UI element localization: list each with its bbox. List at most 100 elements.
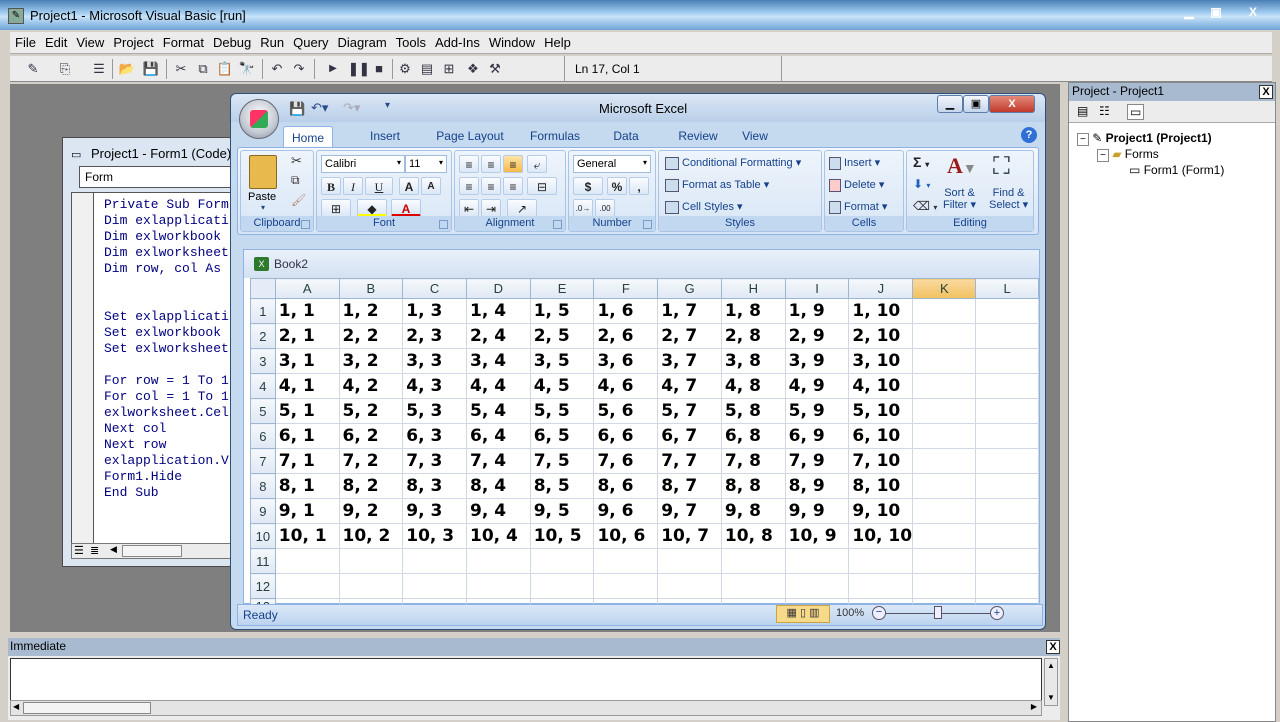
tree-node-form1[interactable]: ▭ Form1 (Form1): [1129, 163, 1224, 177]
cell[interactable]: 10, 6: [593, 523, 659, 549]
tab-page-layout[interactable]: Page Layout: [431, 125, 509, 147]
cell[interactable]: 6, 6: [593, 423, 659, 449]
cell[interactable]: 5, 3: [402, 398, 467, 424]
cell[interactable]: 9, 9: [784, 498, 850, 524]
cell[interactable]: 10, 3: [402, 523, 467, 549]
increase-indent-icon[interactable]: ⇥: [481, 199, 501, 217]
cell[interactable]: 5, 8: [720, 398, 786, 424]
cell[interactable]: 1, 4: [465, 298, 531, 324]
column-header[interactable]: C: [402, 278, 467, 299]
redo-icon[interactable]: ↷▾: [343, 100, 360, 116]
column-header[interactable]: F: [593, 278, 659, 299]
cell[interactable]: 8, 7: [657, 473, 722, 499]
cell[interactable]: 9, 1: [274, 498, 340, 524]
procedure-view-icon[interactable]: ☰: [74, 544, 84, 557]
view-code-icon[interactable]: ▤: [1077, 104, 1088, 118]
customize-qat-icon[interactable]: ▾: [385, 100, 390, 111]
add-project-icon[interactable]: ✎: [24, 60, 42, 78]
cell[interactable]: 9, 10: [848, 498, 914, 524]
column-header[interactable]: E: [529, 278, 595, 299]
cell[interactable]: [975, 473, 1039, 499]
row-header[interactable]: 9: [250, 498, 276, 524]
menu-format[interactable]: Format: [158, 32, 208, 50]
menu-edit[interactable]: Edit: [40, 32, 71, 50]
cell[interactable]: 6, 8: [720, 423, 786, 449]
cell[interactable]: 2, 3: [402, 323, 467, 349]
cell[interactable]: [975, 523, 1039, 549]
cell[interactable]: 7, 1: [274, 448, 340, 474]
cell[interactable]: 8, 2: [338, 473, 404, 499]
cell[interactable]: 5, 7: [657, 398, 722, 424]
zoom-level[interactable]: 100%: [836, 607, 864, 619]
cell[interactable]: [912, 323, 977, 349]
cell[interactable]: [720, 573, 786, 599]
column-header[interactable]: G: [657, 278, 722, 299]
cell[interactable]: 7, 3: [402, 448, 467, 474]
redo-icon[interactable]: ↷: [290, 60, 308, 78]
code-text[interactable]: Private Sub Form Dim exlapplicati Dim exlw…: [104, 197, 229, 501]
cell[interactable]: [912, 448, 977, 474]
menu-tools[interactable]: Tools: [391, 32, 430, 50]
cell[interactable]: [784, 573, 850, 599]
immediate-close-button[interactable]: X: [1046, 640, 1060, 654]
paste-button[interactable]: Paste: [248, 191, 276, 203]
cell[interactable]: 2, 6: [593, 323, 659, 349]
grow-font-icon[interactable]: A: [399, 177, 419, 195]
zoom-slider-thumb[interactable]: [934, 606, 942, 619]
cell[interactable]: [720, 548, 786, 574]
cell[interactable]: 9, 7: [657, 498, 722, 524]
cell[interactable]: 5, 1: [274, 398, 340, 424]
cell[interactable]: 3, 9: [784, 348, 850, 374]
font-size-select[interactable]: 11 ▾: [405, 155, 447, 173]
decrease-indent-icon[interactable]: ⇤: [459, 199, 479, 217]
borders-icon[interactable]: ⊞: [321, 199, 351, 217]
clear-icon[interactable]: ⌫ ▾: [913, 199, 937, 213]
zoom-out-icon[interactable]: −: [872, 606, 886, 620]
column-header[interactable]: K: [912, 278, 977, 299]
cell[interactable]: [593, 573, 659, 599]
fill-color-icon[interactable]: ◆: [357, 199, 387, 217]
cell[interactable]: [912, 423, 977, 449]
cell[interactable]: 3, 2: [338, 348, 404, 374]
row-header[interactable]: 3: [250, 348, 276, 374]
cell[interactable]: 2, 1: [274, 323, 340, 349]
paste-icon[interactable]: 📋: [216, 60, 234, 78]
row-header[interactable]: 8: [250, 473, 276, 499]
cell[interactable]: 5, 4: [465, 398, 531, 424]
merge-center-icon[interactable]: ⊟: [527, 177, 557, 195]
cell[interactable]: 7, 4: [465, 448, 531, 474]
break-icon[interactable]: ❚❚: [348, 60, 370, 78]
cell[interactable]: 9, 2: [338, 498, 404, 524]
delete-button[interactable]: Delete ▾: [829, 178, 884, 192]
cell[interactable]: 6, 2: [338, 423, 404, 449]
column-header[interactable]: A: [274, 278, 340, 299]
insert-button[interactable]: Insert ▾: [829, 156, 880, 170]
cell[interactable]: 10, 9: [784, 523, 850, 549]
cell[interactable]: 7, 10: [848, 448, 914, 474]
fill-icon[interactable]: ⬇ ▾: [913, 177, 930, 191]
cell[interactable]: 6, 4: [465, 423, 531, 449]
cell[interactable]: 4, 10: [848, 373, 914, 399]
cell[interactable]: 10, 1: [274, 523, 340, 549]
cell[interactable]: 1, 10: [848, 298, 914, 324]
undo-icon[interactable]: ↶: [268, 60, 286, 78]
cell[interactable]: 3, 5: [529, 348, 595, 374]
format-as-table-button[interactable]: Format as Table ▾: [665, 178, 769, 192]
tab-review[interactable]: Review: [669, 125, 727, 147]
font-color-icon[interactable]: A: [391, 199, 421, 217]
cell[interactable]: 2, 5: [529, 323, 595, 349]
cell[interactable]: 7, 6: [593, 448, 659, 474]
cell[interactable]: 6, 3: [402, 423, 467, 449]
cell[interactable]: 9, 3: [402, 498, 467, 524]
close-button[interactable]: X: [1240, 4, 1266, 21]
cell[interactable]: 7, 9: [784, 448, 850, 474]
cell[interactable]: 3, 4: [465, 348, 531, 374]
cell[interactable]: [338, 573, 404, 599]
cell[interactable]: 2, 2: [338, 323, 404, 349]
row-header[interactable]: 5: [250, 398, 276, 424]
cut-icon[interactable]: ✂: [172, 60, 190, 78]
align-left-icon[interactable]: ≡: [459, 177, 479, 195]
end-icon[interactable]: ■: [370, 60, 388, 78]
cell[interactable]: [529, 573, 595, 599]
cell[interactable]: [912, 298, 977, 324]
